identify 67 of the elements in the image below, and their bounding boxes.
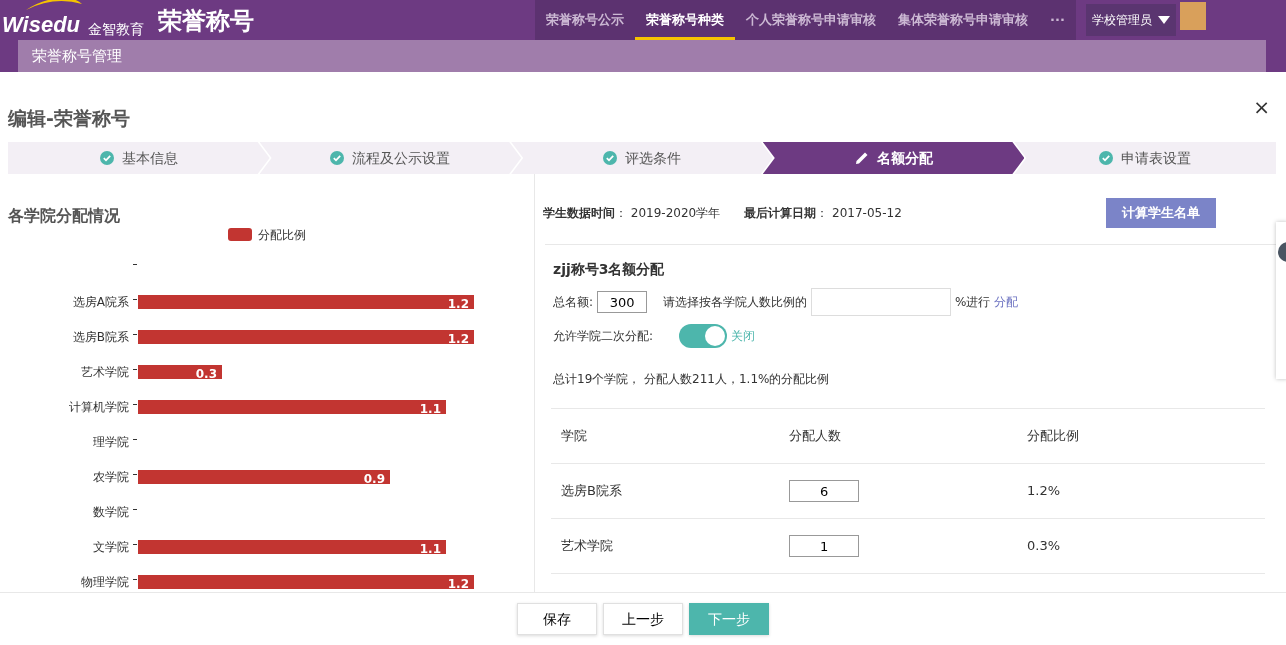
footer-button[interactable]: 保存 xyxy=(517,603,597,635)
count-input-field[interactable]: 6 xyxy=(789,480,860,502)
footer-button[interactable]: 上一步 xyxy=(603,603,683,635)
data-label: 1.2 xyxy=(447,297,469,311)
section-title: zjj称号3名额分配 xyxy=(553,260,666,279)
ratio-input-field[interactable] xyxy=(811,288,952,316)
axis-label: 物理学院 xyxy=(81,575,129,589)
logo-subtitle: 金智教育 xyxy=(88,22,145,36)
data-label: 0.3 xyxy=(195,367,217,381)
close-button[interactable]: × xyxy=(1249,97,1274,117)
data-label: 1.2 xyxy=(447,332,469,346)
caret-icon xyxy=(1157,16,1170,24)
user-menu[interactable]: 学校管理员 xyxy=(1085,4,1176,36)
nav-tab[interactable]: 荣誉称号公示 xyxy=(535,0,635,40)
calculate-button[interactable]: 计算学生名单 xyxy=(1106,198,1216,228)
data-label: 0.9 xyxy=(363,472,385,486)
count-input-field[interactable]: 1 xyxy=(789,535,860,557)
column-header: 分配人数 xyxy=(789,427,843,446)
axis-label: 农学院 xyxy=(93,470,129,484)
step-tab[interactable]: 申请表设置 xyxy=(1014,142,1276,174)
step-tab[interactable]: 基本信息 xyxy=(8,142,270,174)
data-label: 1.1 xyxy=(419,402,441,416)
step-tab[interactable]: 名额分配 xyxy=(762,142,1025,174)
logo-text: Wisedu xyxy=(2,14,81,36)
nav-tab[interactable]: 个人荣誉称号申请审核 xyxy=(735,0,887,40)
table-cell-text: 艺术学院 xyxy=(560,537,614,556)
toggle-state-text: 关闭 xyxy=(731,328,755,345)
total-quota-field[interactable]: 300 xyxy=(597,291,648,313)
info-text: 最后计算日期： 2017-05-12 xyxy=(744,205,902,222)
breadcrumb-title: 荣誉称号管理 xyxy=(32,45,122,67)
axis-label: 选房A院系 xyxy=(72,295,129,309)
data-label: 1.1 xyxy=(419,542,441,556)
chart-title: 各学院分配情况 xyxy=(8,205,121,227)
axis-label: 选房B院系 xyxy=(72,330,129,344)
more-button[interactable]: ··· xyxy=(1039,0,1076,40)
column-header: 学院 xyxy=(560,427,588,446)
axis-label: 计算机学院 xyxy=(69,400,129,414)
column-header: 分配比例 xyxy=(1027,427,1081,446)
field-label: 请选择按各学院人数比例的 xyxy=(663,294,808,311)
check-circle-icon xyxy=(99,151,114,165)
table-cell-text: 1.2% xyxy=(1027,482,1062,501)
table-cell-text: 0.3% xyxy=(1027,537,1062,556)
field-label: %进行 xyxy=(955,294,991,311)
summary-text: 总计19个学院， 分配人数211人，1.1%的分配比例 xyxy=(553,371,831,388)
toggle-switch[interactable] xyxy=(679,324,727,348)
field-label: 允许学院二次分配: xyxy=(553,328,655,345)
axis-label: 艺术学院 xyxy=(81,365,129,379)
allocate-link[interactable]: 分配 xyxy=(994,293,1019,311)
check-circle-icon xyxy=(1099,151,1114,165)
table-cell-text: 选房B院系 xyxy=(560,482,623,501)
dialog-title: 编辑-荣誉称号 xyxy=(8,105,130,131)
axis-label: 数学院 xyxy=(93,505,129,519)
legend-item[interactable]: 分配比例 xyxy=(228,228,306,242)
axis-label: 理学院 xyxy=(93,435,129,449)
step-tab[interactable]: 流程及公示设置 xyxy=(259,142,522,174)
pencil-icon xyxy=(854,151,869,165)
app-title: 荣誉称号 xyxy=(158,9,255,33)
info-text: 学生数据时间： 2019-2020学年 xyxy=(543,205,721,222)
check-circle-icon xyxy=(603,151,617,165)
axis-label: 文学院 xyxy=(93,540,129,554)
check-circle-icon xyxy=(330,151,345,165)
step-tab[interactable]: 评选条件 xyxy=(511,142,773,174)
field-label: 总名额: xyxy=(553,294,594,311)
data-label: 1.2 xyxy=(447,577,469,591)
legend-label: 分配比例 xyxy=(258,228,306,242)
avatar-placeholder xyxy=(1179,2,1206,30)
nav-tab[interactable]: 集体荣誉称号申请审核 xyxy=(887,0,1039,40)
